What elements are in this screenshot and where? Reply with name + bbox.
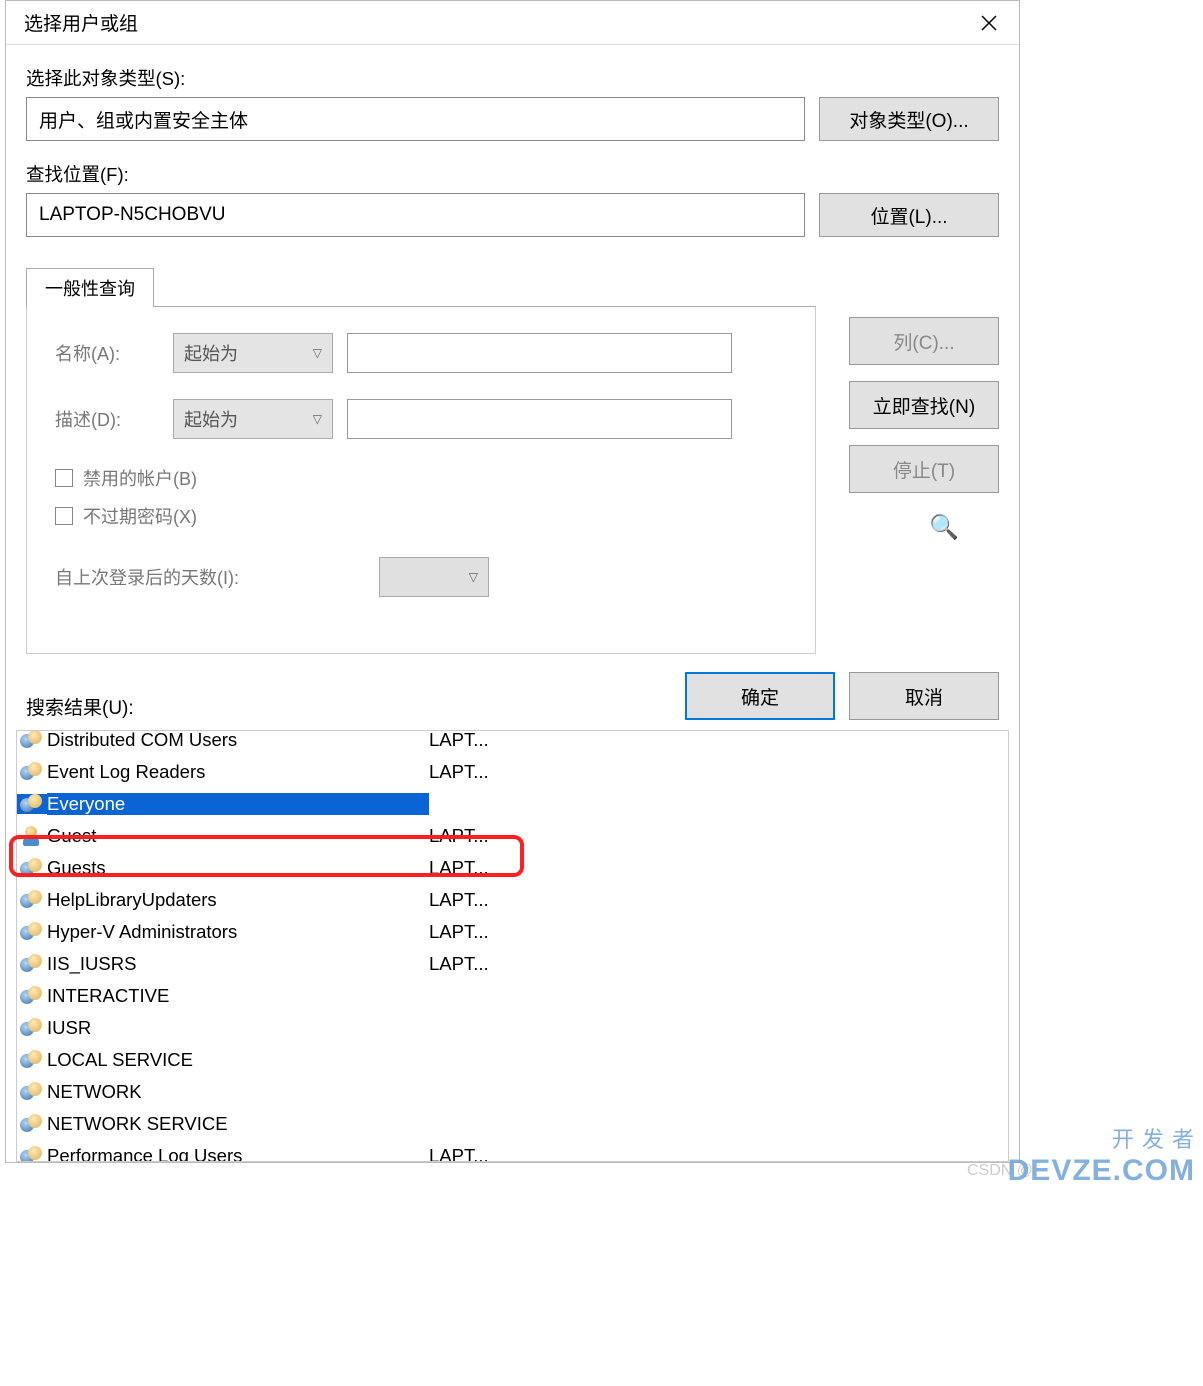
item-location: LAPT...: [429, 1145, 629, 1161]
titlebar: 选择用户或组: [6, 1, 1019, 45]
watermark: 开 发 者 DEVZE.COM: [1008, 1122, 1195, 1188]
item-name: Guests: [47, 857, 429, 879]
item-location: LAPT...: [429, 825, 629, 847]
chevron-down-icon: ▽: [469, 570, 478, 584]
item-location: LAPT...: [429, 953, 629, 975]
item-location: LAPT...: [429, 921, 629, 943]
select-users-dialog: 选择用户或组 选择此对象类型(S): 用户、组或内置安全主体 对象类型(O)..…: [5, 0, 1020, 1163]
watermark-csdn: CSDN @: [967, 1162, 1033, 1180]
window-title: 选择用户或组: [24, 9, 138, 36]
chevron-down-icon: ▽: [313, 412, 322, 426]
item-name: NETWORK SERVICE: [47, 1113, 429, 1135]
group-icon: [17, 1082, 47, 1102]
combo-value: 起始为: [184, 406, 238, 432]
group-icon: [17, 858, 47, 878]
columns-button[interactable]: 列(C)...: [849, 317, 999, 365]
group-icon: [17, 1018, 47, 1038]
checkbox-label: 不过期密码(X): [83, 503, 197, 529]
list-item[interactable]: IIS_IUSRSLAPT...: [17, 948, 1008, 980]
results-list[interactable]: 名称 所在... Distributed COM UsersLAPT...Eve…: [17, 731, 1008, 1161]
list-item[interactable]: IUSR: [17, 1012, 1008, 1044]
footer: 搜索结果(U): 确定 取消: [6, 654, 1019, 726]
group-icon: [17, 794, 47, 814]
item-location: LAPT...: [429, 761, 629, 783]
disabled-accounts-checkbox[interactable]: 禁用的帐户(B): [55, 465, 787, 491]
group-icon: [17, 1146, 47, 1161]
item-name: Event Log Readers: [47, 761, 429, 783]
list-item[interactable]: GuestLAPT...: [17, 820, 1008, 852]
location-input[interactable]: LAPTOP-N5CHOBVU: [26, 193, 805, 237]
combo-value: 起始为: [184, 340, 238, 366]
non-expiring-password-checkbox[interactable]: 不过期密码(X): [55, 503, 787, 529]
item-location: LAPT...: [429, 857, 629, 879]
desc-label: 描述(D):: [55, 406, 159, 432]
checkbox-icon: [55, 469, 73, 487]
group-icon: [17, 890, 47, 910]
query-panel: 名称(A): 起始为 ▽ 描述(D): 起始为 ▽ 禁用的帐户(B) 不过期密码…: [26, 306, 816, 654]
days-combo[interactable]: ▽: [379, 557, 489, 597]
results-box: 名称 所在... Distributed COM UsersLAPT...Eve…: [16, 730, 1009, 1162]
chevron-down-icon: ▽: [313, 346, 322, 360]
checkbox-label: 禁用的帐户(B): [83, 465, 197, 491]
watermark-top: 开 发 者: [1112, 1122, 1195, 1154]
list-item[interactable]: LOCAL SERVICE: [17, 1044, 1008, 1076]
object-type-input[interactable]: 用户、组或内置安全主体: [26, 97, 805, 141]
desc-input[interactable]: [347, 399, 732, 439]
group-icon: [17, 731, 47, 750]
name-match-combo[interactable]: 起始为 ▽: [173, 333, 333, 373]
location-label: 查找位置(F):: [26, 161, 999, 187]
list-item[interactable]: NETWORK SERVICE: [17, 1108, 1008, 1140]
right-button-column: 列(C)... 立即查找(N) 停止(T): [849, 317, 999, 493]
item-name: IUSR: [47, 1017, 429, 1039]
close-button[interactable]: [971, 5, 1007, 41]
group-icon: [17, 1114, 47, 1134]
item-name: INTERACTIVE: [47, 985, 429, 1007]
object-types-button[interactable]: 对象类型(O)...: [819, 97, 999, 141]
close-icon: [981, 15, 997, 31]
results-label: 搜索结果(U):: [26, 693, 134, 720]
object-type-label: 选择此对象类型(S):: [26, 65, 999, 91]
desc-match-combo[interactable]: 起始为 ▽: [173, 399, 333, 439]
item-name: Distributed COM Users: [47, 731, 429, 751]
group-icon: [17, 954, 47, 974]
item-location: LAPT...: [429, 889, 629, 911]
list-item[interactable]: Everyone: [17, 788, 1008, 820]
list-item[interactable]: Performance Log UsersLAPT...: [17, 1140, 1008, 1161]
item-name: Everyone: [47, 793, 429, 815]
tab-general-query[interactable]: 一般性查询: [26, 268, 154, 307]
watermark-bottom: DEVZE.COM: [1008, 1154, 1195, 1188]
item-name: HelpLibraryUpdaters: [47, 889, 429, 911]
user-icon: [17, 826, 47, 846]
list-item[interactable]: Distributed COM UsersLAPT...: [17, 731, 1008, 756]
checkbox-icon: [55, 507, 73, 525]
stop-button[interactable]: 停止(T): [849, 445, 999, 493]
item-name: Guest: [47, 825, 429, 847]
name-label: 名称(A):: [55, 340, 159, 366]
item-location: LAPT...: [429, 731, 629, 751]
list-item[interactable]: HelpLibraryUpdatersLAPT...: [17, 884, 1008, 916]
content-area: 选择此对象类型(S): 用户、组或内置安全主体 对象类型(O)... 查找位置(…: [6, 45, 1019, 267]
group-icon: [17, 986, 47, 1006]
list-item[interactable]: Hyper-V AdministratorsLAPT...: [17, 916, 1008, 948]
item-name: LOCAL SERVICE: [47, 1049, 429, 1071]
search-icon: 🔍: [929, 513, 959, 542]
list-item[interactable]: GuestsLAPT...: [17, 852, 1008, 884]
days-since-logon-label: 自上次登录后的天数(I):: [55, 564, 365, 590]
item-name: IIS_IUSRS: [47, 953, 429, 975]
item-name: Hyper-V Administrators: [47, 921, 429, 943]
tabs: 一般性查询: [26, 267, 1019, 306]
name-input[interactable]: [347, 333, 732, 373]
group-icon: [17, 762, 47, 782]
list-item[interactable]: INTERACTIVE: [17, 980, 1008, 1012]
list-item[interactable]: NETWORK: [17, 1076, 1008, 1108]
locations-button[interactable]: 位置(L)...: [819, 193, 999, 237]
item-name: Performance Log Users: [47, 1145, 429, 1161]
group-icon: [17, 922, 47, 942]
item-name: NETWORK: [47, 1081, 429, 1103]
group-icon: [17, 1050, 47, 1070]
list-item[interactable]: Event Log ReadersLAPT...: [17, 756, 1008, 788]
cancel-button[interactable]: 取消: [849, 672, 999, 720]
ok-button[interactable]: 确定: [685, 672, 835, 720]
find-now-button[interactable]: 立即查找(N): [849, 381, 999, 429]
